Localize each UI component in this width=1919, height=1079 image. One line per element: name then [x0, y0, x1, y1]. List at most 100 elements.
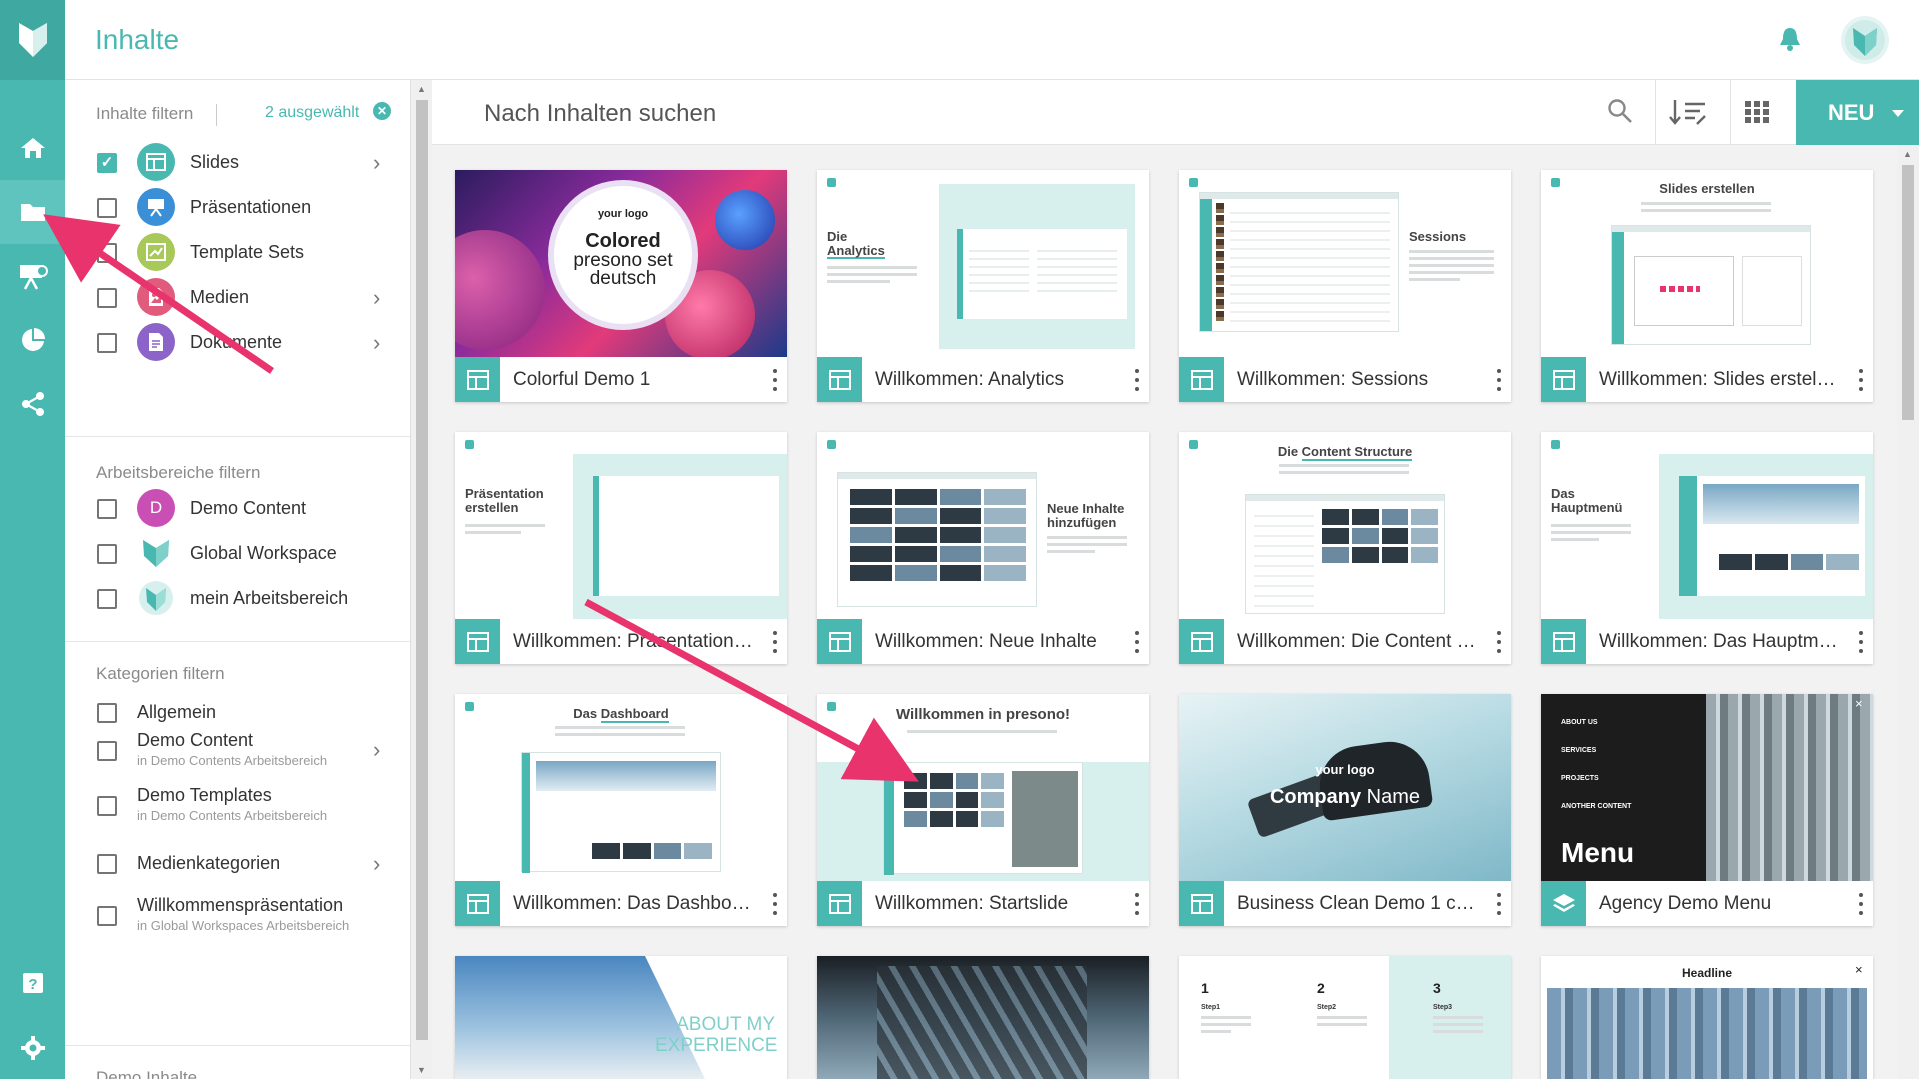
checkbox-allgemein[interactable] [97, 703, 117, 723]
filter-category-demo-content[interactable]: Demo Content in Demo Contents Arbeitsber… [97, 727, 397, 777]
scrollbar-thumb[interactable] [1902, 165, 1914, 420]
filter-workspace-demo-content[interactable]: D Demo Content [97, 488, 397, 528]
app-logo[interactable] [0, 0, 65, 80]
content-card[interactable]: ABOUT MY EXPERIENCE [455, 956, 787, 1079]
checkbox-category-demo-content[interactable] [97, 741, 117, 761]
filter-label: Template Sets [190, 242, 305, 262]
nav-share[interactable] [0, 372, 65, 436]
nav-content[interactable] [0, 180, 65, 244]
user-avatar[interactable] [1841, 16, 1889, 64]
content-card[interactable]: Sessions Willkommen: Sessions [1179, 170, 1511, 402]
content-card[interactable]: your logo Colored presono set deutsch Co… [455, 170, 787, 402]
more-options-icon[interactable] [1857, 369, 1865, 391]
filter-category-willkommen[interactable]: Willkommenspräsentation in Global Worksp… [97, 892, 397, 942]
more-options-icon[interactable] [771, 893, 779, 915]
more-options-icon[interactable] [771, 369, 779, 391]
content-card[interactable] [817, 956, 1149, 1079]
checkbox-demo-content[interactable] [97, 499, 117, 519]
thumb-heading-row: Die Content Structure [1179, 444, 1511, 461]
slide-type-icon [1179, 619, 1224, 664]
more-options-icon[interactable] [1495, 893, 1503, 915]
content-card[interactable]: ABOUT US SERVICES PROJECTS ANOTHER CONTE… [1541, 694, 1873, 926]
checkbox-slides[interactable]: ✓ [97, 153, 117, 173]
content-card[interactable]: 1 2 3 Step1 Step2 Step3 [1179, 956, 1511, 1079]
chevron-right-icon[interactable]: › [373, 737, 380, 763]
chevron-right-icon[interactable]: › [373, 330, 380, 356]
filter-template-sets[interactable]: Template Sets [97, 232, 397, 272]
new-button[interactable]: NEU [1796, 80, 1919, 145]
content-card[interactable]: Das Dashboard Willkommen: Das Dashboard [455, 694, 787, 926]
card-footer: Willkommen: Sessions [1179, 357, 1511, 402]
mock-sidebar [957, 229, 963, 319]
scroll-down-icon[interactable]: ▼ [417, 1065, 426, 1075]
content-card[interactable]: Willkommen in presono! Willkommen: Start… [817, 694, 1149, 926]
nav-help[interactable]: ? [0, 951, 65, 1015]
chevron-right-icon[interactable]: › [373, 150, 380, 176]
more-options-icon[interactable] [1495, 631, 1503, 653]
scroll-up-icon[interactable]: ▲ [417, 84, 426, 94]
scroll-up-icon[interactable]: ▲ [1903, 149, 1912, 159]
checkbox-dokumente[interactable] [97, 333, 117, 353]
filter-category-medienkategorien[interactable]: Medienkategorien › [97, 843, 397, 883]
filter-medien[interactable]: Medien › [97, 277, 397, 317]
filter-workspace-global[interactable]: Global Workspace [97, 533, 397, 573]
checkbox-demo-templates[interactable] [97, 796, 117, 816]
more-options-icon[interactable] [1495, 369, 1503, 391]
scrollbar-thumb[interactable] [416, 100, 428, 1040]
content-card[interactable]: Die Analytics Willkommen: Analytics [817, 170, 1149, 402]
checkbox-global-workspace[interactable] [97, 544, 117, 564]
filter-dokumente[interactable]: Dokumente › [97, 322, 397, 362]
filter-praesentationen[interactable]: Präsentationen [97, 187, 397, 227]
filter-slides[interactable]: ✓ Slides › [97, 142, 397, 182]
notifications-button[interactable] [1779, 26, 1801, 57]
chevron-right-icon[interactable]: › [373, 851, 380, 877]
thumb-screenshot [1659, 454, 1873, 619]
filter-workspace-mein[interactable]: mein Arbeitsbereich [97, 578, 397, 618]
step-label: Step2 [1317, 1004, 1337, 1011]
search-input[interactable]: Nach Inhalten suchen [484, 100, 716, 128]
nav-presentations[interactable] [0, 244, 65, 308]
content-card[interactable]: Die Content Structure Willkommen: Die Co… [1179, 432, 1511, 664]
grid-view-button[interactable] [1744, 100, 1770, 129]
thumb-lines [827, 266, 917, 287]
thumb-text: EXPERIENCE [655, 1035, 778, 1056]
filter-scrollbar[interactable]: ▲ ▼ [410, 80, 432, 1079]
nav-home[interactable] [0, 116, 65, 180]
selected-count[interactable]: 2 ausgewählt [265, 104, 359, 122]
more-options-icon[interactable] [1857, 893, 1865, 915]
nav-settings[interactable] [0, 1016, 65, 1079]
clear-selection-icon[interactable]: ✕ [373, 102, 391, 120]
nav-analytics[interactable] [0, 308, 65, 372]
card-title: Willkommen: Slides erstellen [1599, 369, 1839, 390]
close-icon: × [1855, 696, 1863, 711]
content-card[interactable]: Das Hauptmenü Willkommen: Das Hauptmenü [1541, 432, 1873, 664]
thumb-heading: hinzufügen [1047, 515, 1117, 530]
checkbox-mein-arbeitsbereich[interactable] [97, 589, 117, 609]
checkbox-template-sets[interactable] [97, 243, 117, 263]
sort-button[interactable] [1669, 98, 1709, 131]
checkbox-willkommenspraesentation[interactable] [97, 906, 117, 926]
more-options-icon[interactable] [1857, 631, 1865, 653]
content-card[interactable]: Neue Inhalte hinzufügen Willkommen: Neue… [817, 432, 1149, 664]
checkbox-medien[interactable] [97, 288, 117, 308]
search-icon[interactable] [1607, 98, 1633, 129]
thumb-lines [1641, 202, 1771, 216]
decor-building [1706, 694, 1873, 881]
filter-category-allgemein[interactable]: Allgemein [97, 692, 397, 732]
content-scrollbar[interactable]: ▲ [1897, 145, 1919, 1079]
more-options-icon[interactable] [1133, 369, 1141, 391]
content-card[interactable]: Slides erstellen Willkommen: Slides erst… [1541, 170, 1873, 402]
thumb-lines [1409, 250, 1494, 285]
filter-category-demo-templates[interactable]: Demo Templates in Demo Contents Arbeitsb… [97, 782, 397, 832]
checkbox-praesentationen[interactable] [97, 198, 117, 218]
content-card[interactable]: your logo Company Name Business Clean De… [1179, 694, 1511, 926]
checkbox-medienkategorien[interactable] [97, 854, 117, 874]
more-options-icon[interactable] [1133, 893, 1141, 915]
content-card[interactable]: Headline × [1541, 956, 1873, 1079]
content-card[interactable]: Präsentation erstellen Willkommen: Präse… [455, 432, 787, 664]
more-options-icon[interactable] [1133, 631, 1141, 653]
chevron-right-icon[interactable]: › [373, 285, 380, 311]
caret-down-icon[interactable] [1892, 110, 1904, 117]
more-options-icon[interactable] [771, 631, 779, 653]
sort-icon [1669, 100, 1706, 125]
